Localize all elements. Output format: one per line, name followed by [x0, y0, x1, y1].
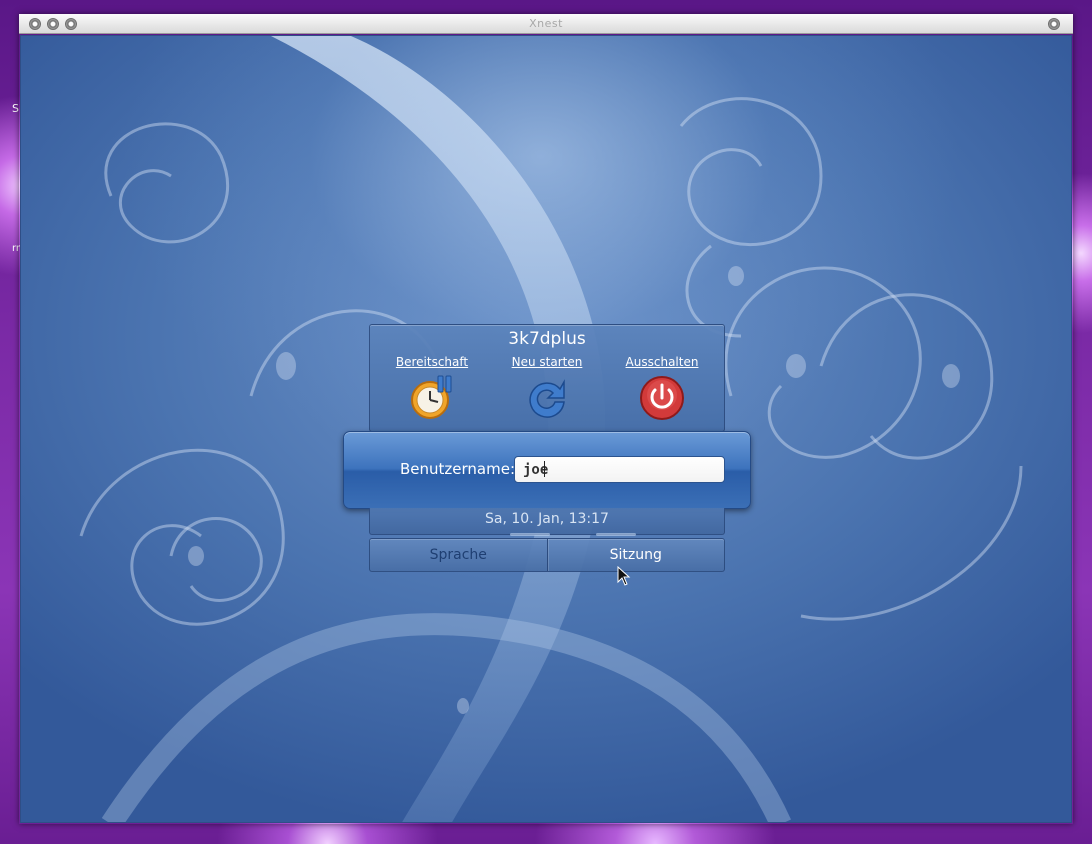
window-titlebar[interactable]: Xnest	[19, 14, 1073, 34]
desktop-icon-label: S	[12, 102, 19, 115]
greeter-top-panel: 3k7dplus Bereitschaft Neu starten Aussch…	[369, 324, 725, 432]
hostname-label: 3k7dplus	[508, 329, 586, 349]
session-button[interactable]: Sitzung	[546, 539, 725, 571]
language-button[interactable]: Sprache	[370, 539, 547, 571]
restart-arrow-icon[interactable]	[524, 375, 570, 421]
standby-clock-icon[interactable]	[409, 375, 455, 421]
username-label: Benutzername:	[400, 460, 516, 478]
power-icon[interactable]	[639, 375, 685, 421]
window-menu-button[interactable]	[1048, 18, 1060, 30]
strip-notch	[510, 533, 550, 536]
restart-action[interactable]: Neu starten	[492, 355, 602, 421]
greeter-button-row: Sprache Sitzung	[369, 538, 725, 572]
datetime-strip: Sa, 10. Jan, 13:17	[369, 508, 725, 536]
standby-action[interactable]: Bereitschaft	[377, 355, 487, 421]
restart-label: Neu starten	[511, 355, 583, 369]
login-screen: 3k7dplus Bereitschaft Neu starten Aussch…	[20, 35, 1072, 823]
mouse-pointer-icon	[617, 566, 631, 586]
strip-notch	[596, 533, 636, 536]
xnest-window: Xnest 3k7dplus Bereitschaft Neu starten …	[19, 14, 1073, 824]
shutdown-action[interactable]: Ausschalten	[607, 355, 717, 421]
standby-label: Bereitschaft	[395, 355, 469, 369]
window-title: Xnest	[529, 17, 563, 30]
text-cursor	[544, 461, 545, 477]
shutdown-label: Ausschalten	[625, 355, 699, 369]
login-box: Benutzername:	[343, 431, 751, 509]
username-input[interactable]	[514, 456, 725, 483]
datetime-label: Sa, 10. Jan, 13:17	[485, 511, 609, 527]
